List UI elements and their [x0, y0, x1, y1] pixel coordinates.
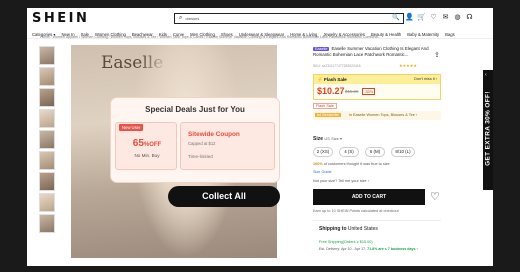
side-tab-text: GET EXTRA 30% OFF!	[484, 91, 492, 166]
extra-discount-side-tab[interactable]: ‹ GET EXTRA 30% OFF!	[483, 70, 493, 190]
new-user-coupon[interactable]: New User 65%OFF No Min. Buy	[115, 122, 177, 170]
search-bar[interactable]: ⌕ dresses 🔍	[174, 13, 404, 24]
headset-icon[interactable]: ☊	[465, 13, 474, 21]
nav-item-bags[interactable]: Bags	[445, 32, 455, 37]
flash-sale-box: ⚡ Flash Sale Don't miss it › $10.27 $15.…	[313, 74, 441, 100]
thumbnail[interactable]	[39, 67, 55, 86]
flash-sale-label: ⚡ Flash Sale	[317, 77, 347, 82]
coupon-modal: Special Deals Just for You New User 65%O…	[111, 98, 279, 182]
sitewide-coupon[interactable]: Sitewide Coupon Capped at $12 Time-limit…	[180, 122, 275, 170]
thumbnail[interactable]	[39, 151, 55, 170]
promo-tag: Flash Sale	[313, 103, 337, 109]
fit-percent: 100%	[313, 162, 323, 166]
current-price: $10.27	[317, 86, 345, 96]
original-price: $15.80	[345, 89, 359, 94]
header-icons: 👤 🛒 ♡ ✉ ◍ ☊	[405, 13, 474, 21]
ranking-bar[interactable]: #4 Bestseller in Easelle Women Tops, Blo…	[313, 111, 441, 120]
size-option-xs[interactable]: 2 (XS)	[313, 147, 333, 157]
add-to-cart-button[interactable]: ADD TO CART	[313, 189, 425, 205]
size-option-s[interactable]: 4 (S)	[339, 147, 359, 157]
free-shipping: Free Shipping(Orders ≥ $15.00)	[319, 240, 373, 244]
size-guide-link[interactable]: Size Guide	[313, 170, 332, 174]
thumbnail[interactable]	[39, 214, 55, 233]
sitewide-capped: Capped at $12	[188, 141, 216, 146]
fit-info: 100% of customers thought it was true to…	[313, 162, 390, 166]
size-unit-dropdown[interactable]: US Size ▾	[324, 136, 342, 141]
size-options: 2 (XS) 4 (S) 6 (M) 8/10 (L)	[313, 147, 415, 157]
ranking-badge: #4 Bestseller	[315, 113, 341, 117]
coupon-percent: 65%OFF	[132, 138, 162, 149]
user-icon[interactable]: 👤	[405, 13, 414, 21]
thumbnail[interactable]	[39, 109, 55, 128]
shein-logo[interactable]: SHEIN	[32, 11, 89, 26]
discount-badge: -35%	[362, 88, 376, 95]
wishlist-heart-icon[interactable]: ♡	[430, 190, 440, 203]
shipping-to[interactable]: Shipping to United States	[319, 226, 378, 232]
modal-title: Special Deals Just for You	[145, 105, 245, 114]
size-option-m[interactable]: 6 (M)	[365, 147, 385, 157]
thumbnail[interactable]	[39, 193, 55, 212]
search-button-icon[interactable]: 🔍	[389, 14, 403, 23]
divider	[313, 220, 441, 221]
nav-item-baby[interactable]: Baby & Maternity	[407, 32, 439, 37]
size-label: Size US Size ▾	[313, 136, 342, 142]
brand-tag[interactable]: Easelle	[313, 47, 330, 51]
product-sku: SKU: sz2311177477283022418	[313, 64, 361, 68]
breadcrumb[interactable]: Home / Women Apparel / Women Clothing / …	[40, 35, 381, 39]
delivery-estimate[interactable]: Est. Delivery: Apr 10 - Apr 17, 71.8% ar…	[319, 247, 418, 251]
chat-icon[interactable]: ✉	[441, 13, 450, 21]
flash-sale-ends: Don't miss it ›	[414, 77, 437, 81]
globe-icon[interactable]: ◍	[453, 13, 462, 21]
points-info: Earn up to 10 SHEIN Points calculated at…	[313, 209, 399, 213]
thumbnail[interactable]	[39, 130, 55, 149]
rating-stars[interactable]: ★★★★★	[399, 63, 417, 68]
product-title[interactable]: Easelle Easelle Summer Vacation Clothing …	[313, 46, 433, 57]
sitewide-title: Sitewide Coupon	[188, 131, 240, 138]
not-your-size-link[interactable]: Not your size? Tell me your size ›	[313, 179, 369, 183]
new-user-tag: New User	[119, 124, 144, 131]
top-bar: SHEIN ⌕ dresses 🔍 👤 🛒 ♡ ✉ ◍ ☊	[27, 8, 493, 30]
coupon-min-buy: No Min. Buy	[134, 153, 160, 158]
collect-all-button[interactable]: Collect All	[168, 186, 280, 207]
search-icon: ⌕	[179, 15, 183, 21]
cart-icon[interactable]: 🛒	[417, 13, 426, 21]
thumbnail[interactable]	[39, 172, 55, 191]
flash-sale-header[interactable]: ⚡ Flash Sale Don't miss it ›	[314, 75, 440, 84]
thumbnail[interactable]	[39, 88, 55, 107]
heart-icon[interactable]: ♡	[429, 13, 438, 21]
share-icon[interactable]: ⇪	[434, 51, 440, 59]
thumbnail[interactable]	[39, 46, 55, 65]
page: SHEIN ⌕ dresses 🔍 👤 🛒 ♡ ✉ ◍ ☊ Categories…	[27, 8, 493, 266]
thumbnail-list	[39, 46, 55, 235]
search-input[interactable]: dresses	[185, 16, 199, 21]
size-option-l[interactable]: 8/10 (L)	[391, 147, 415, 157]
ranking-text: in Easelle Women Tops, Blouses & Tee ›	[349, 113, 418, 117]
sitewide-time-limited: Time-limited	[188, 154, 213, 159]
